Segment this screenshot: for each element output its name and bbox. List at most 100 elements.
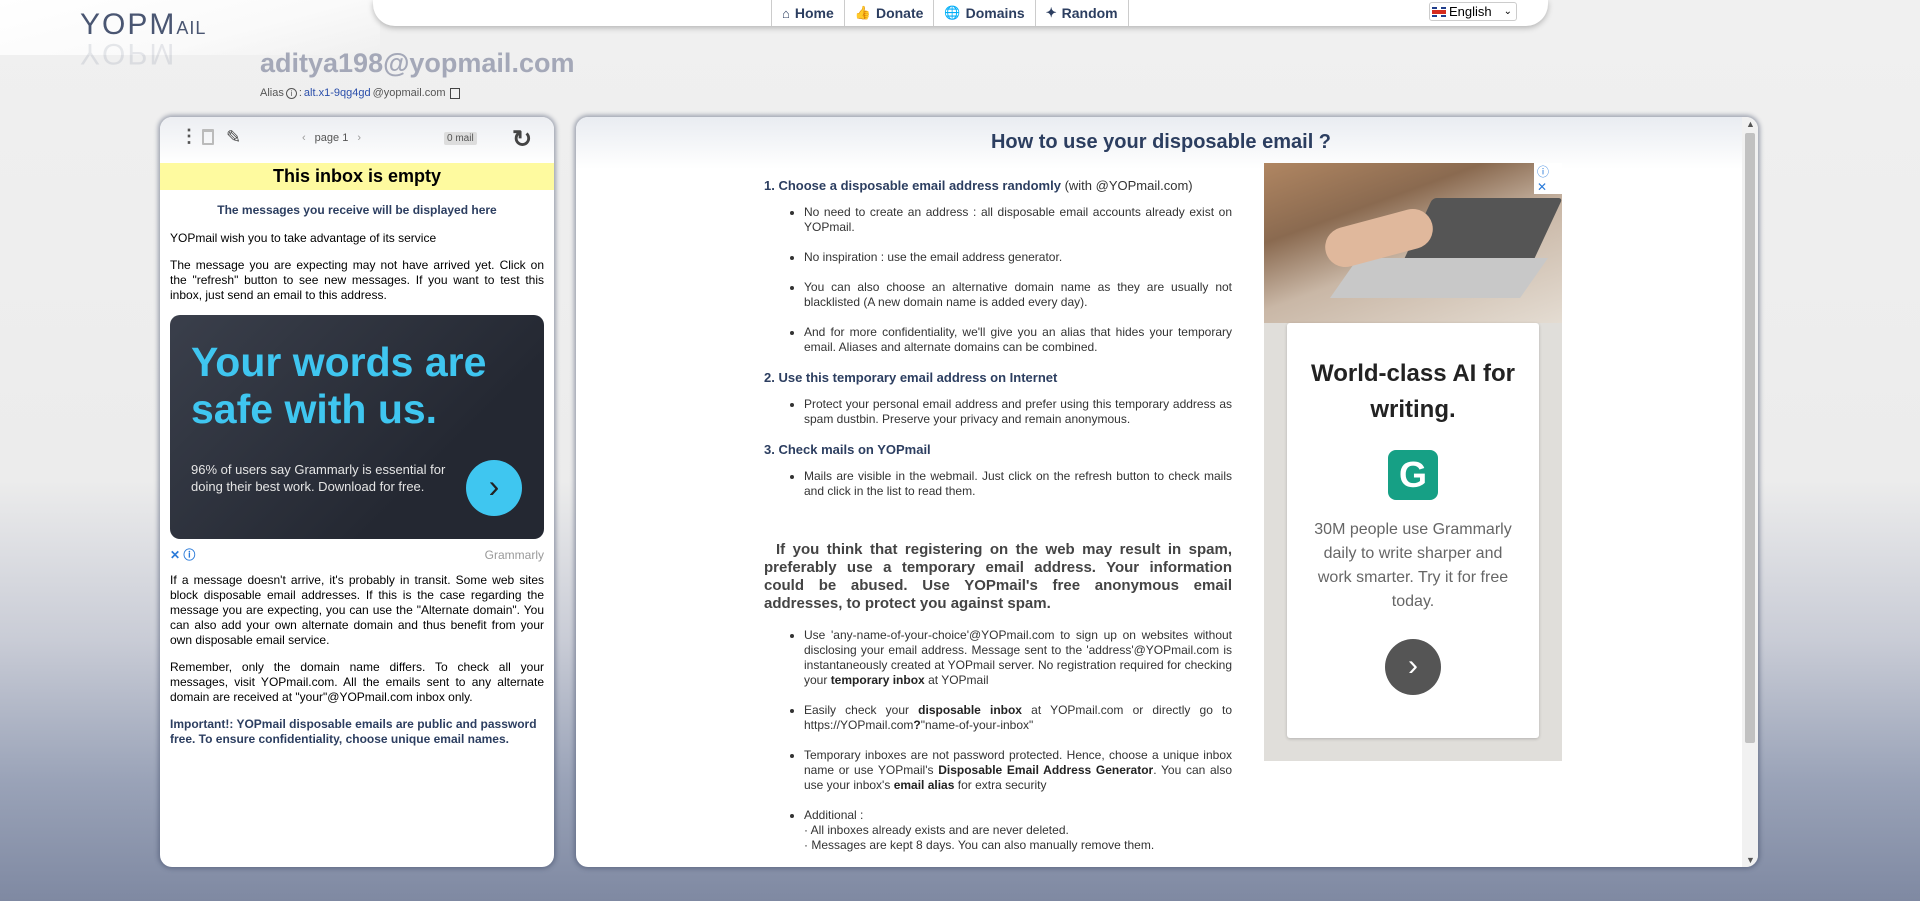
- uk-flag-icon: [1432, 6, 1446, 17]
- info-icon[interactable]: i: [285, 87, 297, 99]
- ad-card-arrow-button[interactable]: ›: [1385, 639, 1441, 695]
- scrollbar-thumb[interactable]: [1745, 133, 1755, 743]
- ad-laptop-image: [1264, 163, 1562, 323]
- section-1-suffix: (with @YOPmail.com): [1064, 178, 1193, 193]
- ad-brand-label: Grammarly: [484, 548, 544, 562]
- prev-page-icon[interactable]: ‹: [302, 132, 306, 144]
- transit-text: If a message doesn't arrive, it's probab…: [170, 573, 544, 647]
- b2-bold2: ?: [913, 718, 921, 732]
- b3-bold: Disposable Email Address Generator: [938, 763, 1154, 777]
- empty-inbox-banner: This inbox is empty: [160, 163, 554, 190]
- list-item: No inspiration : use the email address g…: [804, 250, 1232, 265]
- pagination: ‹ page 1 ›: [302, 132, 361, 144]
- page-label: page 1: [314, 132, 349, 144]
- b1-bold: temporary inbox: [830, 673, 925, 687]
- more-options-icon[interactable]: ⋮: [180, 127, 198, 145]
- vertical-scrollbar[interactable]: ▲ ▼: [1742, 117, 1758, 867]
- nav-domains-label: Domains: [965, 5, 1025, 21]
- keyboard-shape: [1329, 258, 1549, 298]
- important-notice: Important!: YOPmail disposable emails ar…: [170, 717, 537, 746]
- nav-random-label: Random: [1061, 5, 1118, 21]
- b2-pre: Easily check your: [804, 703, 909, 717]
- nav-donate-label: Donate: [875, 5, 924, 21]
- inbox-email-address: aditya198@yopmail.com: [260, 48, 575, 78]
- scroll-down-icon[interactable]: ▼: [1746, 855, 1755, 865]
- expecting-text: The message you are expecting may not ha…: [170, 258, 544, 302]
- b1-end: at YOPmail: [928, 673, 989, 687]
- list-item: Easily check your disposable inbox at YO…: [804, 703, 1232, 733]
- inbox-panel: ⋮ ✎ ‹ page 1 › 0 mail ↻ This inbox is em…: [160, 117, 554, 867]
- b4-line-2: · Messages are kept 8 days. You can also…: [804, 838, 1155, 852]
- help-title: How to use your disposable email ?: [576, 117, 1746, 169]
- top-navigation-bar: ⌂ Home 👍 Donate 🌐 Domains ✦ Random English ⌄: [373, 0, 1548, 26]
- alias-colon: :: [298, 87, 302, 99]
- ad-card-description: 30M people use Grammarly daily to write …: [1314, 521, 1512, 610]
- thumbs-up-icon: 👍: [854, 5, 871, 20]
- ad-arrow-button[interactable]: ›: [466, 460, 522, 516]
- section-1-title-text: 1. Choose a disposable email address ran…: [764, 178, 1061, 193]
- alias-label: Alias: [260, 87, 284, 99]
- b4-title: Additional :: [804, 808, 864, 822]
- trash-icon[interactable]: [202, 129, 214, 145]
- mail-count-badge: 0 mail: [444, 132, 477, 145]
- scroll-up-icon[interactable]: ▲: [1746, 119, 1755, 129]
- alias-domain: @yopmail.com: [372, 87, 446, 99]
- logo-text-small: AIL: [176, 18, 207, 38]
- spam-paragraph: If you think that registering on the web…: [764, 541, 1232, 612]
- alias-value[interactable]: alt.x1-9qg4gd: [304, 87, 371, 99]
- grammarly-ad-left[interactable]: Your words are safe with us. 96% of user…: [170, 315, 544, 539]
- list-item: Mails are visible in the webmail. Just c…: [804, 469, 1232, 499]
- alias-row: Alias i : alt.x1-9qg4gd @yopmail.com: [260, 87, 460, 99]
- ad-card-headline: World-class AI for writing.: [1310, 360, 1516, 423]
- section-2-list: Protect your personal email address and …: [764, 397, 1232, 427]
- chevron-down-icon: ⌄: [1503, 6, 1512, 17]
- b2-bold: disposable inbox: [918, 703, 1022, 717]
- ad-card: World-class AI for writing. G 30M people…: [1287, 323, 1539, 738]
- benefits-list: Use 'any-name-of-your-choice'@YOPmail.co…: [764, 628, 1232, 853]
- section-1-list: No need to create an address : all dispo…: [764, 205, 1232, 355]
- next-page-icon[interactable]: ›: [357, 132, 361, 144]
- list-item: And for more confidentiality, we'll give…: [804, 325, 1232, 355]
- section-1-title: 1. Choose a disposable email address ran…: [764, 178, 1232, 193]
- help-panel: How to use your disposable email ? 1. Ch…: [576, 117, 1758, 867]
- ad-close-icon[interactable]: ✕ ⓘ: [170, 548, 195, 563]
- wish-text: YOPmail wish you to take advantage of it…: [170, 231, 437, 245]
- nav-domains[interactable]: 🌐 Domains: [933, 0, 1034, 26]
- inbox-toolbar: ⋮ ✎ ‹ page 1 › 0 mail ↻: [160, 117, 554, 163]
- language-select[interactable]: English ⌄: [1429, 2, 1517, 21]
- b2-end: "name-of-your-inbox": [920, 718, 1034, 732]
- ad-close-icon[interactable]: ⓘ ✕: [1534, 163, 1562, 194]
- list-item: Protect your personal email address and …: [804, 397, 1232, 427]
- list-item: You can also choose an alternative domai…: [804, 280, 1232, 310]
- ad-footer: ✕ ⓘ Grammarly: [170, 548, 544, 563]
- ad-headline: Your words are safe with us.: [191, 339, 487, 432]
- language-label: English: [1449, 4, 1492, 19]
- grammarly-ad-right[interactable]: ⓘ ✕ World-class AI for writing. G 30M pe…: [1264, 163, 1562, 761]
- b3-end: for extra security: [957, 778, 1047, 792]
- nav-home-label: Home: [794, 5, 834, 21]
- globe-icon: 🌐: [944, 5, 961, 20]
- main-nav: ⌂ Home 👍 Donate 🌐 Domains ✦ Random: [771, 0, 1129, 26]
- ad-body: 96% of users say Grammarly is essential …: [191, 462, 446, 494]
- section-2-title: 2. Use this temporary email address on I…: [764, 370, 1058, 385]
- copy-icon[interactable]: [449, 87, 460, 99]
- logo-reflection: YOPM: [80, 37, 177, 70]
- list-item: No need to create an address : all dispo…: [804, 205, 1232, 235]
- messages-displayed-here: The messages you receive will be display…: [217, 203, 497, 217]
- compose-pencil-icon[interactable]: ✎: [226, 127, 241, 148]
- b3-bold2: email alias: [893, 778, 955, 792]
- refresh-icon[interactable]: ↻: [512, 125, 532, 154]
- section-3-title: 3. Check mails on YOPmail: [764, 442, 931, 457]
- remember-text: Remember, only the domain name differs. …: [170, 660, 544, 704]
- b4-line-1: · All inboxes already exists and are nev…: [804, 823, 1069, 837]
- nav-random[interactable]: ✦ Random: [1034, 0, 1129, 26]
- list-item: Temporary inboxes are not password prote…: [804, 748, 1232, 793]
- nav-home[interactable]: ⌂ Home: [771, 0, 844, 26]
- list-item: Use 'any-name-of-your-choice'@YOPmail.co…: [804, 628, 1232, 688]
- howto-content: 1. Choose a disposable email address ran…: [764, 167, 1232, 867]
- grammarly-logo-icon: G: [1388, 450, 1438, 500]
- home-icon: ⌂: [782, 5, 790, 21]
- nav-donate[interactable]: 👍 Donate: [843, 0, 934, 26]
- magic-wand-icon: ✦: [1045, 5, 1057, 20]
- section-3-list: Mails are visible in the webmail. Just c…: [764, 469, 1232, 499]
